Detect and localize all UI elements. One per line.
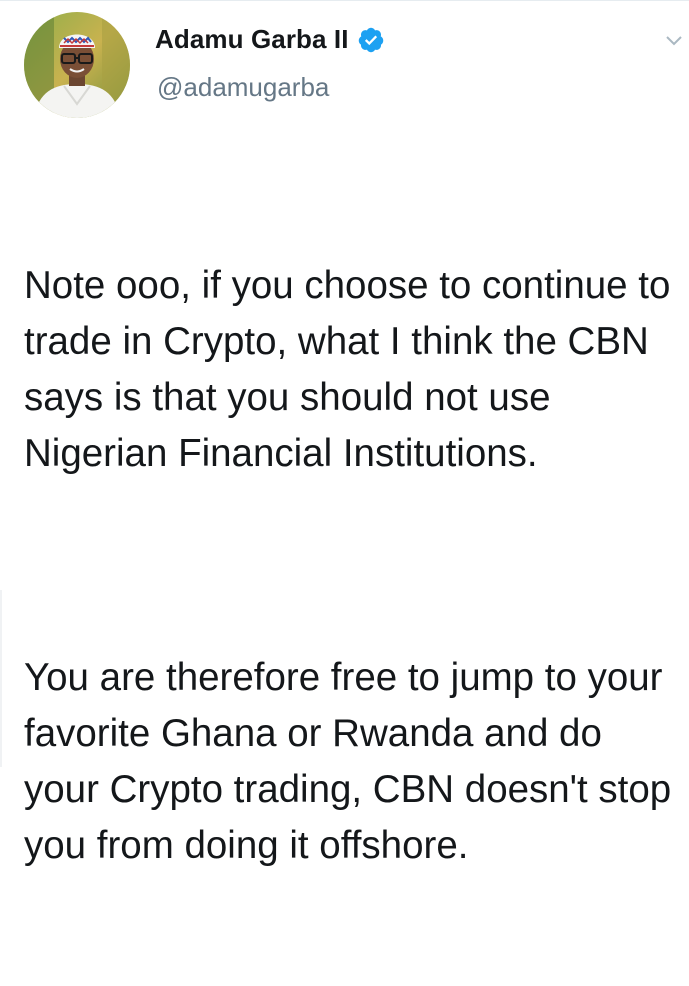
verified-badge-icon — [357, 26, 385, 54]
tweet-paragraph-2: You are therefore free to jump to your f… — [24, 656, 682, 867]
tweet-card: Adamu Garba II @adamugarba Note ooo, if … — [0, 0, 689, 867]
profile-photo-icon — [24, 12, 130, 118]
tweet-paragraph-1: Note ooo, if you choose to continue to t… — [24, 264, 682, 475]
chevron-down-icon[interactable] — [665, 34, 683, 46]
avatar[interactable] — [24, 12, 130, 118]
tweet-text: Note ooo, if you choose to continue to t… — [24, 146, 679, 986]
display-name[interactable]: Adamu Garba II — [155, 24, 349, 55]
author-name-row[interactable]: Adamu Garba II — [155, 24, 385, 55]
author-handle[interactable]: @adamugarba — [157, 72, 329, 103]
